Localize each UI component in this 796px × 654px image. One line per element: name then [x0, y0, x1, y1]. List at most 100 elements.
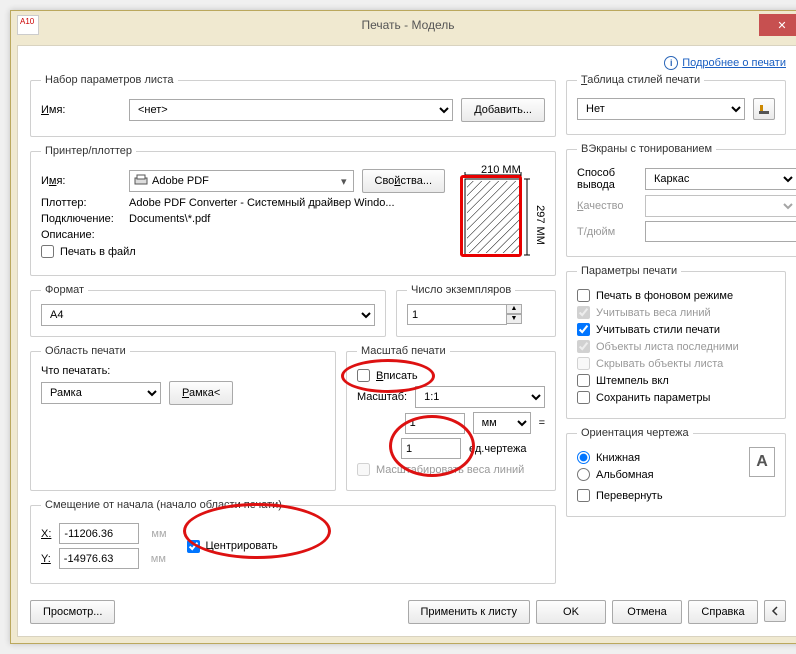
offset-legend: Смещение от начала (начало области печат…	[41, 499, 286, 511]
save-changes-checkbox[interactable]	[577, 391, 590, 404]
drawing-units-input[interactable]	[401, 438, 461, 459]
plot-stamp-checkbox[interactable]	[577, 374, 590, 387]
center-plot-label: Центрировать	[206, 540, 278, 552]
offset-y-unit: мм	[151, 553, 166, 565]
upside-down-checkbox[interactable]	[577, 489, 590, 502]
plot-stamp-label: Штемпель вкл	[596, 375, 669, 387]
shade-mode-label: Способ вывода	[577, 167, 637, 191]
save-changes-label: Сохранить параметры	[596, 392, 710, 404]
paper-size-select[interactable]: A4	[41, 304, 375, 326]
plot-styles-checkbox[interactable]	[577, 323, 590, 336]
dropdown-arrow-icon: ▾	[337, 175, 351, 188]
plot-area-group: Область печати Что печатать: Рамка Рамка…	[30, 345, 336, 491]
center-plot-checkbox[interactable]	[187, 540, 200, 553]
collapse-button[interactable]	[764, 600, 786, 622]
plotter-value: Adobe PDF Converter - Системный драйвер …	[129, 197, 395, 209]
annotation-redbox	[460, 175, 522, 257]
learn-more-link[interactable]: Подробнее о печати	[682, 57, 786, 69]
description-label: Описание:	[41, 229, 121, 241]
copies-group: Число экземпляров ▲▼	[396, 284, 556, 337]
orientation-legend: Ориентация чертежа	[577, 427, 693, 439]
chevron-left-icon	[770, 606, 780, 616]
print-to-file-checkbox[interactable]	[41, 245, 54, 258]
portrait-radio[interactable]	[577, 451, 590, 464]
plot-styles-edit-button[interactable]	[753, 98, 775, 120]
what-to-plot-select[interactable]: Рамка	[41, 382, 161, 404]
printer-name-label: Имя:	[41, 175, 121, 187]
paper-size-legend: Формат	[41, 284, 88, 296]
ok-button[interactable]: OK	[536, 600, 606, 624]
add-page-setup-button[interactable]: Добавить...	[461, 98, 545, 122]
close-button[interactable]: ✕	[759, 14, 796, 36]
scale-group: Масштаб печати Вписать Масштаб:1:1 мм = …	[346, 345, 556, 491]
hide-objects-label: Скрывать объекты листа	[596, 358, 723, 370]
copies-legend: Число экземпляров	[407, 284, 515, 296]
viewports-group: ВЭкраны с тонированием Способ вывода Карк…	[566, 143, 796, 257]
preview-button[interactable]: Просмотр...	[30, 600, 115, 624]
help-button[interactable]: Справка	[688, 600, 758, 624]
landscape-radio[interactable]	[577, 468, 590, 481]
drawing-units-label: ед.чертежа	[469, 443, 545, 455]
scale-legend: Масштаб печати	[357, 345, 450, 357]
paper-units-input[interactable]	[405, 413, 465, 434]
lineweights-checkbox	[577, 306, 590, 319]
copies-stepper[interactable]: ▲▼	[506, 304, 522, 325]
svg-text:297 MM: 297 MM	[534, 205, 545, 245]
printer-name-select[interactable]: Adobe PDF ▾	[129, 170, 354, 192]
plot-styles-group: Таблица стилей печати Нет	[566, 74, 786, 135]
printer-properties-button[interactable]: Свойства...	[362, 169, 446, 193]
lineweights-label: Учитывать веса линий	[596, 307, 711, 319]
cancel-button[interactable]: Отмена	[612, 600, 682, 624]
y-label: Y:	[41, 553, 51, 565]
print-to-file-label: Печать в файл	[60, 246, 136, 258]
scale-label: Масштаб:	[357, 391, 407, 403]
printer-legend: Принтер/плоттер	[41, 145, 136, 157]
fit-to-paper-label: Вписать	[376, 370, 418, 382]
plot-styles-select[interactable]: Нет	[577, 98, 745, 120]
plot-styles-label: Учитывать стили печати	[596, 324, 720, 336]
page-setup-name-select[interactable]: <нет>	[129, 99, 453, 121]
apply-to-layout-button[interactable]: Применить к листу	[408, 600, 531, 624]
printer-name-value: Adobe PDF	[152, 175, 209, 187]
x-label: X:	[41, 528, 51, 540]
info-icon: i	[664, 56, 678, 70]
plot-area-legend: Область печати	[41, 345, 130, 357]
printer-group: Принтер/плоттер Имя: Adobe PDF ▾	[30, 145, 556, 276]
window-pick-button[interactable]: Рамка<	[169, 381, 233, 405]
plot-options-group: Параметры печати Печать в фоновом режиме…	[566, 265, 786, 419]
plot-styles-legend: Таблица стилей печати	[577, 74, 704, 86]
plot-options-legend: Параметры печати	[577, 265, 681, 277]
quality-select	[645, 195, 796, 217]
shade-mode-select[interactable]: Каркас	[645, 168, 796, 190]
page-setup-legend: Набор параметров листа	[41, 74, 178, 86]
titlebar: A10 Печать - Модель ✕	[11, 11, 796, 39]
paperspace-last-label: Объекты листа последними	[596, 341, 739, 353]
orientation-icon: A	[749, 447, 775, 477]
where-value: Documents\*.pdf	[129, 213, 210, 225]
paperspace-last-checkbox	[577, 340, 590, 353]
copies-input[interactable]	[407, 304, 507, 325]
scale-select[interactable]: 1:1	[415, 386, 545, 408]
paper-preview: 210 MM 297 MM	[455, 165, 545, 265]
app-icon: A10	[17, 15, 39, 35]
upside-down-label: Перевернуть	[596, 490, 663, 502]
fit-to-paper-checkbox[interactable]	[357, 369, 370, 382]
scale-lineweights-checkbox	[357, 463, 370, 476]
viewports-legend: ВЭкраны с тонированием	[577, 143, 716, 155]
background-plot-label: Печать в фоновом режиме	[596, 290, 733, 302]
offset-x-unit: мм	[151, 528, 166, 540]
paper-size-group: Формат A4	[30, 284, 386, 337]
dpi-label: Т/дюйм	[577, 226, 637, 238]
offset-x-input[interactable]	[59, 523, 139, 544]
landscape-label: Альбомная	[596, 469, 654, 481]
offset-group: Смещение от начала (начало области печат…	[30, 499, 556, 584]
dpi-input	[645, 221, 796, 242]
page-setup-name-label: Имя:	[41, 104, 121, 116]
equals-sign: =	[539, 417, 545, 429]
offset-y-input[interactable]	[59, 548, 139, 569]
printer-icon	[134, 174, 148, 189]
scale-lineweights-label: Масштабировать веса линий	[376, 464, 524, 476]
paper-units-select[interactable]: мм	[473, 412, 531, 434]
background-plot-checkbox[interactable]	[577, 289, 590, 302]
footer: Просмотр... Применить к листу OK Отмена …	[30, 600, 786, 624]
